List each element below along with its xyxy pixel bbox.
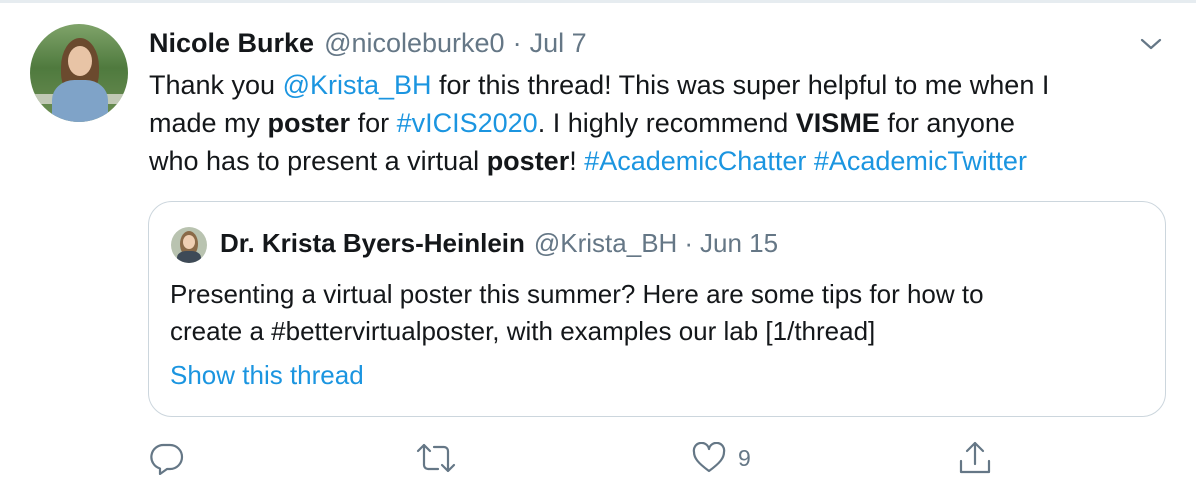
quoted-tweet-header: Dr. Krista Byers-Heinlein @Krista_BH · J… bbox=[220, 228, 778, 259]
like-count: 9 bbox=[738, 444, 751, 471]
avatar-body bbox=[52, 80, 108, 122]
tweet-text: Thank you @Krista_BH for this thread! Th… bbox=[149, 66, 1179, 180]
avatar-face bbox=[68, 46, 92, 76]
hashtag-link[interactable]: #AcademicChatter bbox=[584, 146, 806, 176]
hashtag-link[interactable]: #AcademicTwitter bbox=[814, 146, 1027, 176]
quoted-author-name: Dr. Krista Byers-Heinlein bbox=[220, 228, 525, 258]
reply-icon bbox=[150, 443, 184, 475]
show-thread-link[interactable]: Show this thread bbox=[170, 360, 364, 391]
quoted-text-line: create a #bettervirtualposter, with exam… bbox=[170, 316, 876, 346]
tweet-text-line: made my poster for #vICIS2020. I highly … bbox=[149, 104, 1179, 142]
quoted-author-avatar bbox=[171, 227, 207, 263]
quoted-header-separator: · bbox=[684, 228, 693, 258]
tweet-text-run: for anyone bbox=[879, 108, 1015, 138]
bold-keyword: VISME bbox=[795, 108, 880, 138]
chevron-down-icon[interactable] bbox=[1138, 34, 1164, 54]
hashtag-link[interactable]: #vICIS2020 bbox=[397, 108, 538, 138]
tweet-text-line: Thank you @Krista_BH for this thread! Th… bbox=[149, 66, 1179, 104]
quoted-text-line: Presenting a virtual poster this summer?… bbox=[170, 279, 984, 309]
tweet-text-run: who has to present a virtual bbox=[149, 146, 487, 176]
share-icon bbox=[959, 441, 991, 474]
tweet-text-run: made my bbox=[149, 108, 268, 138]
tweet-text-run: ! bbox=[569, 146, 585, 176]
quoted-author-handle: @Krista_BH bbox=[533, 228, 678, 258]
quoted-avatar-body bbox=[177, 251, 201, 263]
tweet-text-line: who has to present a virtual poster! #Ac… bbox=[149, 142, 1179, 180]
mention-link[interactable]: @Krista_BH bbox=[283, 70, 432, 100]
tweet-header: Nicole Burke @nicoleburke0 · Jul 7 bbox=[149, 28, 587, 62]
tweet-text-run: . I highly recommend bbox=[537, 108, 796, 138]
bold-keyword: poster bbox=[267, 108, 351, 138]
quoted-tweet-date: Jun 15 bbox=[700, 228, 779, 258]
share-button[interactable] bbox=[958, 440, 992, 476]
author-handle[interactable]: @nicoleburke0 bbox=[324, 28, 505, 59]
tweet-text-run: for bbox=[350, 108, 397, 138]
tweet-date[interactable]: Jul 7 bbox=[530, 28, 587, 59]
tweet-text-run bbox=[806, 146, 814, 176]
tweet-text-run: Thank you bbox=[149, 70, 283, 100]
quoted-tweet-text: Presenting a virtual poster this summer?… bbox=[170, 276, 1150, 350]
like-button[interactable]: 9 bbox=[692, 440, 751, 476]
heart-icon bbox=[692, 442, 726, 473]
bold-keyword: poster bbox=[486, 146, 570, 176]
author-avatar[interactable] bbox=[30, 24, 128, 122]
quoted-tweet-card[interactable]: Dr. Krista Byers-Heinlein @Krista_BH · J… bbox=[148, 201, 1166, 417]
retweet-icon bbox=[416, 443, 456, 473]
quoted-avatar-face bbox=[183, 235, 195, 249]
top-divider bbox=[0, 0, 1196, 3]
author-name[interactable]: Nicole Burke bbox=[149, 28, 314, 59]
tweet-actions: 9 bbox=[0, 432, 1196, 482]
tweet-text-run: for this thread! This was super helpful … bbox=[431, 70, 1050, 100]
header-separator: · bbox=[512, 28, 522, 58]
reply-button[interactable] bbox=[150, 440, 184, 476]
retweet-button[interactable] bbox=[416, 440, 456, 476]
